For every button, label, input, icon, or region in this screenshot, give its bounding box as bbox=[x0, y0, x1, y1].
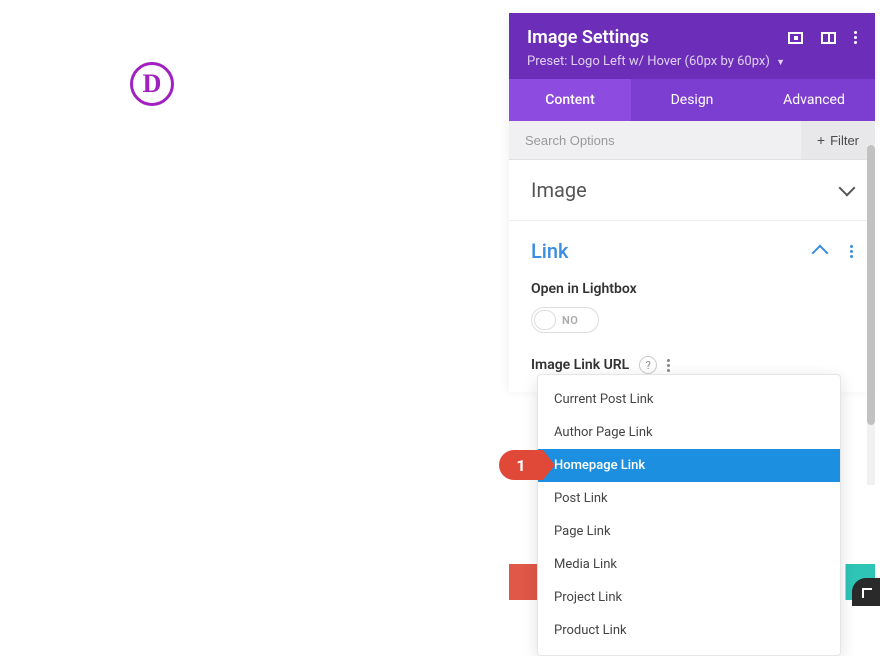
dropdown-item-project[interactable]: Project Link bbox=[538, 581, 840, 614]
settings-tabs: Content Design Advanced bbox=[509, 79, 875, 121]
preset-selector[interactable]: Preset: Logo Left w/ Hover (60px by 60px… bbox=[527, 54, 857, 69]
tab-design[interactable]: Design bbox=[631, 79, 753, 121]
scrollbar-thumb[interactable] bbox=[867, 145, 875, 425]
chevron-down-icon bbox=[839, 180, 856, 197]
divi-logo-icon: D bbox=[130, 62, 174, 106]
caret-down-icon: ▼ bbox=[776, 58, 785, 68]
preset-label: Preset: Logo Left w/ Hover (60px by 60px… bbox=[527, 54, 770, 69]
resize-arrow-icon bbox=[862, 588, 872, 598]
help-icon[interactable]: ? bbox=[639, 356, 657, 374]
image-settings-panel: Image Settings Preset: Logo Left w/ Hove… bbox=[509, 13, 875, 392]
filter-label: Filter bbox=[830, 133, 859, 148]
lightbox-toggle[interactable]: NO bbox=[531, 307, 599, 333]
panel-title: Image Settings bbox=[527, 27, 649, 48]
panel-body: Image Link Open in Lightbox NO Im bbox=[509, 160, 875, 392]
dropdown-item-homepage[interactable]: Homepage Link bbox=[538, 449, 840, 482]
step-annotation-1: 1 bbox=[499, 450, 543, 480]
scrollbar[interactable] bbox=[867, 145, 875, 485]
dropdown-item-post[interactable]: Post Link bbox=[538, 482, 840, 515]
section-more-icon[interactable] bbox=[850, 245, 853, 258]
filter-button[interactable]: + Filter bbox=[801, 121, 875, 159]
responsive-preview-icon[interactable] bbox=[788, 32, 803, 44]
toggle-value: NO bbox=[562, 314, 578, 327]
tab-advanced[interactable]: Advanced bbox=[753, 79, 875, 121]
section-image[interactable]: Image bbox=[509, 160, 875, 221]
dropdown-item-media[interactable]: Media Link bbox=[538, 548, 840, 581]
dropdown-item-current-post[interactable]: Current Post Link bbox=[538, 383, 840, 416]
dropdown-item-page[interactable]: Page Link bbox=[538, 515, 840, 548]
logo-letter: D bbox=[143, 69, 162, 99]
split-view-icon[interactable] bbox=[821, 32, 836, 44]
resize-handle[interactable] bbox=[852, 578, 880, 606]
link-url-dropdown: Current Post Link Author Page Link Homep… bbox=[537, 374, 841, 656]
plus-icon: + bbox=[817, 132, 825, 148]
search-filter-bar: + Filter bbox=[509, 121, 875, 160]
dropdown-item-product[interactable]: Product Link bbox=[538, 614, 840, 647]
dropdown-item-author-page[interactable]: Author Page Link bbox=[538, 416, 840, 449]
toggle-knob bbox=[534, 310, 556, 330]
field-more-icon[interactable] bbox=[667, 359, 670, 372]
step-number: 1 bbox=[516, 456, 525, 475]
image-link-url-label: Image Link URL bbox=[531, 357, 629, 373]
tab-content[interactable]: Content bbox=[509, 79, 631, 121]
section-image-title: Image bbox=[531, 178, 587, 202]
search-input[interactable] bbox=[509, 122, 801, 159]
section-link-title: Link bbox=[531, 239, 568, 263]
panel-header: Image Settings Preset: Logo Left w/ Hove… bbox=[509, 13, 875, 79]
page-logo: D bbox=[130, 62, 174, 106]
lightbox-label: Open in Lightbox bbox=[531, 281, 853, 297]
chevron-up-icon bbox=[812, 245, 829, 262]
panel-more-icon[interactable] bbox=[854, 31, 857, 44]
section-link-header[interactable]: Link bbox=[509, 221, 875, 281]
